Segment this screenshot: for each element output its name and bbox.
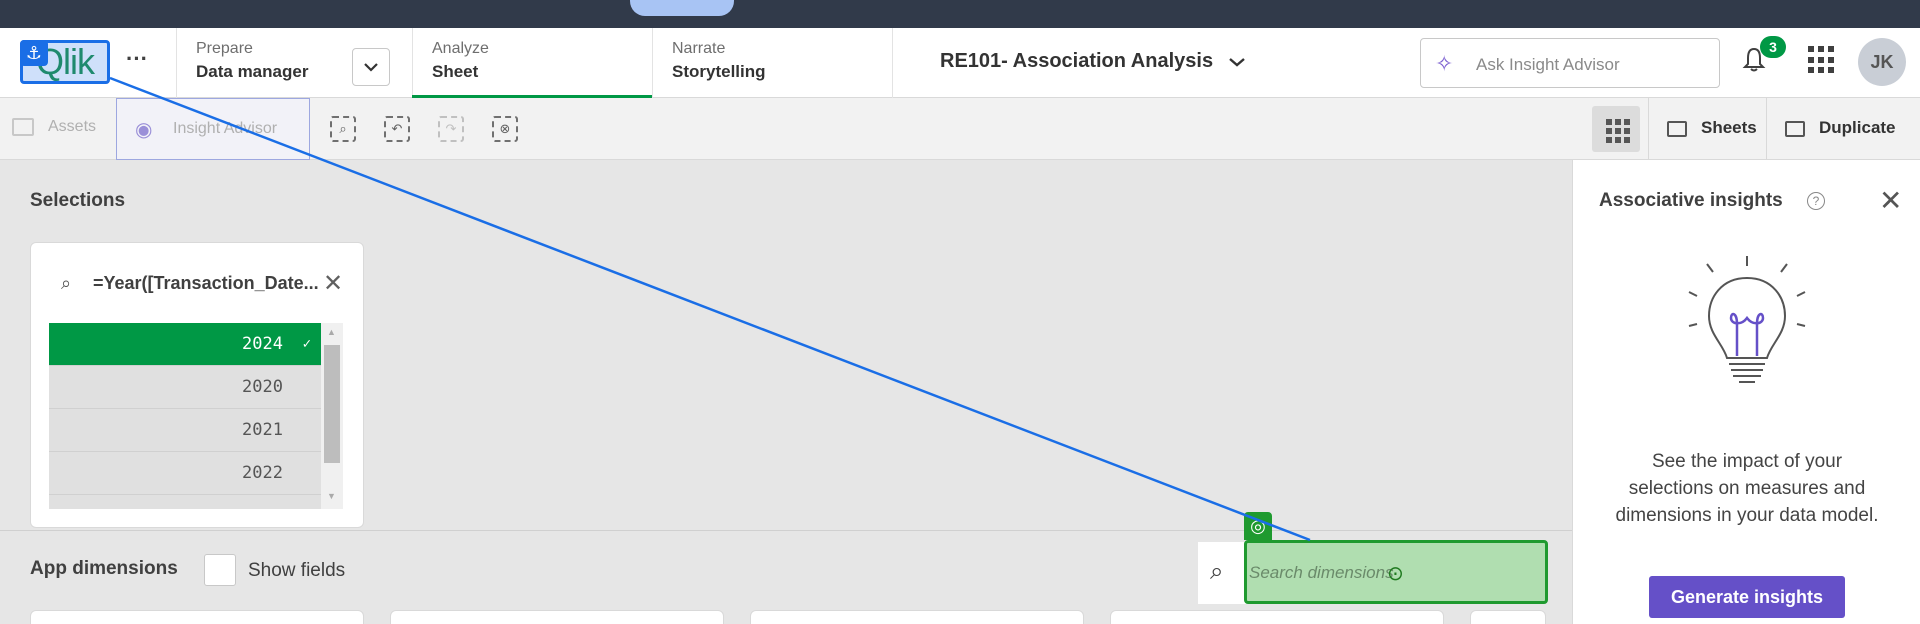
- dimension-card[interactable]: [1470, 610, 1546, 624]
- search-icon: ⌕: [1210, 558, 1224, 585]
- target-marker-icon: ◎: [1244, 512, 1272, 540]
- top-navbar: Qlik ⚓ ··· Prepare Data manager Analyze …: [0, 28, 1920, 98]
- insights-title: Associative insights: [1599, 190, 1783, 211]
- app-dimensions-title: App dimensions: [30, 558, 178, 579]
- listbox-row-value: 2021: [242, 420, 283, 440]
- nav-analyze[interactable]: Analyze Sheet: [412, 28, 652, 98]
- anchor-icon: ⚓: [20, 40, 48, 66]
- nav-analyze-value: Sheet: [432, 62, 479, 81]
- app-launcher-icon[interactable]: [1808, 46, 1836, 74]
- sheets-button[interactable]: Sheets: [1648, 98, 1766, 160]
- clear-selections-icon[interactable]: ⊗: [492, 116, 518, 142]
- listbox-header: ⌕ =Year([Transaction_Date... ✕: [51, 269, 351, 298]
- close-icon[interactable]: ✕: [1879, 184, 1902, 217]
- nav-narrate-label: Narrate: [672, 40, 726, 57]
- search-dimensions-input[interactable]: Search dimensions ⊙: [1244, 540, 1548, 604]
- crosshair-icon: ⊙: [1387, 563, 1404, 585]
- browser-top-strip: [0, 0, 1920, 28]
- listbox-row-value: 2020: [242, 377, 283, 397]
- listbox-row[interactable]: [49, 495, 321, 509]
- listbox-row[interactable]: 2022: [49, 452, 321, 495]
- section-divider: [0, 530, 1572, 531]
- nav-divider: [892, 28, 893, 98]
- sparkle-icon: ✧: [1435, 51, 1454, 76]
- listbox-row[interactable]: 2021: [49, 409, 321, 452]
- grid-view-icon[interactable]: [1592, 106, 1640, 152]
- dimension-card[interactable]: [390, 610, 724, 624]
- listbox-card: ⌕ =Year([Transaction_Date... ✕ 2024 ✓ 2020…: [30, 242, 364, 528]
- duplicate-icon: [1785, 120, 1805, 137]
- nav-analyze-label: Analyze: [432, 40, 489, 57]
- duplicate-button[interactable]: Duplicate: [1766, 98, 1920, 160]
- scroll-up-icon[interactable]: ▲: [327, 327, 336, 337]
- listbox-values: 2024 ✓ 2020 2021 2022: [49, 323, 321, 509]
- search-dimensions-placeholder: Search dimensions: [1249, 563, 1394, 582]
- step-back-icon[interactable]: ↶: [384, 116, 410, 142]
- main-content: Selections ⌕ =Year([Transaction_Date... …: [0, 160, 1572, 624]
- ask-insight-advisor-input[interactable]: ✧ Ask Insight Advisor: [1420, 38, 1720, 88]
- assets-panel-icon: [12, 118, 34, 136]
- dimension-card[interactable]: [30, 610, 364, 624]
- chevron-down-icon: [1228, 58, 1245, 67]
- ask-placeholder: Ask Insight Advisor: [1476, 55, 1620, 74]
- close-icon[interactable]: ✕: [323, 269, 343, 298]
- insight-advisor-label: Insight Advisor: [173, 120, 278, 137]
- app-title: RE101- Association Analysis: [940, 50, 1214, 72]
- listbox-row-value: 2024: [242, 334, 283, 354]
- more-menu-button[interactable]: ···: [122, 46, 152, 76]
- generate-insights-button[interactable]: Generate insights: [1649, 576, 1845, 618]
- scroll-down-icon[interactable]: ▼: [327, 491, 336, 501]
- nav-narrate[interactable]: Narrate Storytelling: [652, 28, 892, 98]
- show-fields-checkbox[interactable]: [204, 554, 236, 586]
- smart-search-icon[interactable]: ⌕: [330, 116, 356, 142]
- insight-advisor-icon: ◉: [135, 119, 153, 141]
- nav-narrate-value: Storytelling: [672, 62, 766, 81]
- insight-advisor-button[interactable]: ◉ Insight Advisor: [116, 98, 310, 160]
- lightbulb-icon: [1688, 256, 1806, 383]
- listbox-row-value: 2022: [242, 463, 283, 483]
- sheets-icon: [1667, 120, 1687, 137]
- associative-insights-panel: Associative insights ? ✕ See the impact …: [1572, 160, 1920, 624]
- dimension-card[interactable]: [1110, 610, 1444, 624]
- notification-badge: 3: [1760, 36, 1786, 58]
- step-forward-icon[interactable]: ↷: [438, 116, 464, 142]
- listbox-field-title: =Year([Transaction_Date...: [93, 273, 319, 293]
- assets-button[interactable]: Assets: [12, 118, 96, 136]
- search-icon[interactable]: ⌕: [61, 273, 71, 294]
- sheet-toolbar: Assets ◉ Insight Advisor ⌕ ↶ ↷ ⊗ Sheets …: [0, 98, 1920, 160]
- user-avatar[interactable]: JK: [1858, 38, 1906, 86]
- prepare-dropdown-button[interactable]: [352, 48, 390, 86]
- scrollbar-thumb[interactable]: [324, 345, 340, 463]
- show-fields-label: Show fields: [248, 560, 346, 581]
- assets-label: Assets: [48, 118, 97, 136]
- selections-title: Selections: [30, 190, 126, 211]
- dimension-card[interactable]: [750, 610, 1084, 624]
- listbox-row[interactable]: 2024 ✓: [49, 323, 321, 366]
- listbox-row[interactable]: 2020: [49, 366, 321, 409]
- top-pill-button[interactable]: [630, 0, 734, 16]
- help-icon[interactable]: ?: [1807, 192, 1825, 210]
- chevron-down-icon: [364, 63, 378, 72]
- listbox-scrollbar[interactable]: ▲ ▼: [321, 323, 343, 509]
- sheets-label: Sheets: [1701, 118, 1757, 137]
- app-title-selector[interactable]: RE101- Association Analysis: [940, 50, 1245, 73]
- insights-description: See the impact of your selections on mea…: [1615, 451, 1879, 526]
- duplicate-label: Duplicate: [1819, 118, 1896, 137]
- checkmark-icon: ✓: [302, 336, 311, 352]
